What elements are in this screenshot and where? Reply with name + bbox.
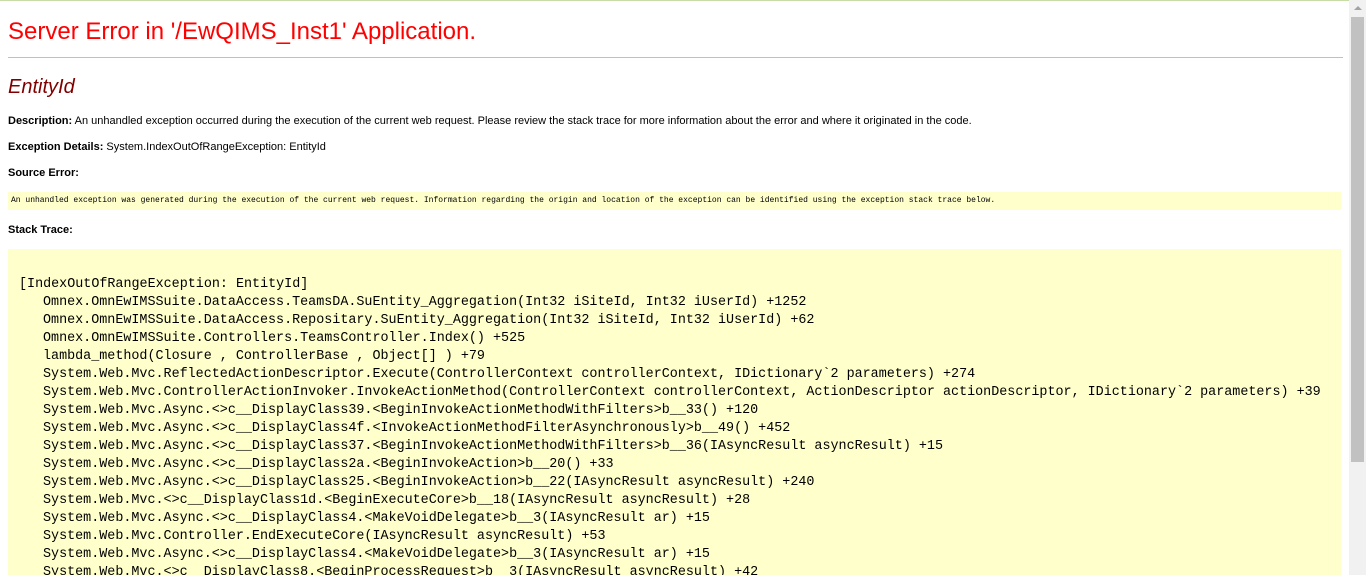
error-page: Server Error in '/EwQIMS_Inst1' Applicat… — [0, 0, 1350, 575]
error-message-heading: EntityId — [8, 76, 75, 98]
source-error-line: Source Error: — [8, 166, 79, 180]
stack-frame: System.Web.Mvc.Controller.EndExecuteCore… — [43, 529, 606, 544]
description-line: Description: An unhandled exception occu… — [8, 114, 972, 128]
stack-trace-line: Stack Trace: — [8, 223, 73, 237]
vertical-scrollbar[interactable] — [1349, 0, 1366, 575]
title-divider — [8, 57, 1343, 58]
stack-trace-box: [IndexOutOfRangeException: EntityId] Omn… — [8, 249, 1341, 575]
stack-frame: lambda_method(Closure , ControllerBase ,… — [43, 349, 485, 364]
exception-details-label: Exception Details: — [8, 141, 104, 153]
stack-frame: System.Web.Mvc.Async.<>c__DisplayClass4f… — [43, 421, 791, 436]
source-error-label: Source Error: — [8, 167, 79, 179]
source-error-text: An unhandled exception was generated dur… — [11, 196, 996, 205]
stack-frame: System.Web.Mvc.<>c__DisplayClass8.<Begin… — [43, 565, 759, 575]
exception-details-line: Exception Details: System.IndexOutOfRang… — [8, 140, 326, 154]
stack-trace-label: Stack Trace: — [8, 224, 73, 236]
stack-frame: System.Web.Mvc.ControllerActionInvoker.I… — [43, 385, 1321, 400]
stack-frame: System.Web.Mvc.Async.<>c__DisplayClass2a… — [43, 457, 614, 472]
description-label: Description: — [8, 115, 73, 127]
scroll-up-arrow-icon[interactable] — [1349, 0, 1366, 17]
stack-trace-header: [IndexOutOfRangeException: EntityId] — [19, 277, 309, 292]
stack-frame: System.Web.Mvc.Async.<>c__DisplayClass4.… — [43, 511, 710, 526]
stack-frame: System.Web.Mvc.Async.<>c__DisplayClass25… — [43, 475, 815, 490]
stack-frame: System.Web.Mvc.<>c__DisplayClass1d.<Begi… — [43, 493, 751, 508]
stack-frame: Omnex.OmnEwIMSSuite.Controllers.TeamsCon… — [43, 331, 526, 346]
stack-frame: System.Web.Mvc.ReflectedActionDescriptor… — [43, 367, 976, 382]
scrollbar-thumb[interactable] — [1351, 17, 1364, 462]
stack-frame: Omnex.OmnEwIMSSuite.DataAccess.Repositar… — [43, 313, 815, 328]
stack-frame: System.Web.Mvc.Async.<>c__DisplayClass4.… — [43, 547, 710, 562]
description-text: An unhandled exception occurred during t… — [74, 115, 972, 127]
exception-details-text: System.IndexOutOfRangeException: EntityI… — [106, 141, 326, 153]
stack-trace-list: [IndexOutOfRangeException: EntityId] Omn… — [19, 276, 1321, 575]
page-title: Server Error in '/EwQIMS_Inst1' Applicat… — [8, 18, 477, 45]
stack-frame: System.Web.Mvc.Async.<>c__DisplayClass39… — [43, 403, 759, 418]
source-error-box: An unhandled exception was generated dur… — [8, 192, 1341, 210]
stack-frame: Omnex.OmnEwIMSSuite.DataAccess.TeamsDA.S… — [43, 295, 807, 310]
stack-frame: System.Web.Mvc.Async.<>c__DisplayClass37… — [43, 439, 943, 454]
